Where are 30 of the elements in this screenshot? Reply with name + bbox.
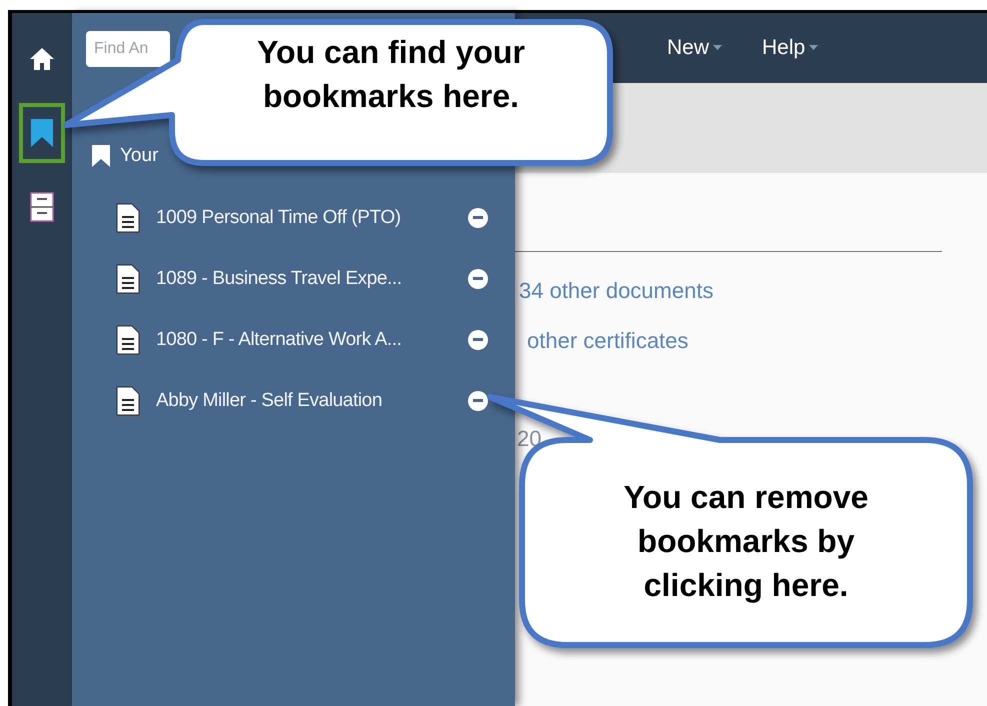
caret-icon: [713, 45, 722, 51]
documents-link[interactable]: 34 other documents: [515, 278, 714, 304]
cabinet-icon: [30, 192, 54, 222]
bookmark-link[interactable]: 1009 Personal Time Off (PTO): [156, 206, 468, 228]
nav-menu[interactable]: Help: [762, 36, 818, 60]
remove-button[interactable]: [468, 330, 488, 350]
bookmark-link[interactable]: Abby Miller - Self Evaluation: [156, 390, 468, 412]
remove-button[interactable]: [468, 208, 488, 228]
panel-heading: Your: [120, 145, 158, 167]
callout-text: You can find your bookmarks here.: [256, 33, 526, 116]
remove-button[interactable]: [468, 390, 488, 410]
document-icon: [116, 324, 140, 354]
document-icon: [116, 202, 140, 232]
minus-icon: [473, 399, 483, 402]
document-icon: [116, 386, 140, 416]
callout-text: You can remove bookmarks by clicking here.: [622, 478, 870, 605]
bookmark-icon: [92, 145, 110, 167]
home-icon: [29, 47, 55, 71]
minus-icon: [473, 277, 483, 280]
bookmark-link[interactable]: 1080 - F - Alternative Work A...: [156, 328, 468, 350]
minus-icon: [473, 216, 483, 219]
search-field[interactable]: Find An: [86, 31, 170, 67]
bookmark-icon: [31, 119, 53, 147]
nav-menu[interactable]: New: [667, 36, 722, 60]
documents-link[interactable]: other certificates: [515, 328, 688, 354]
document-icon: [116, 264, 140, 294]
remove-button[interactable]: [468, 268, 488, 288]
bookmark-link[interactable]: 1089 - Business Travel Expe...: [156, 268, 468, 290]
caret-icon: [809, 45, 818, 51]
minus-icon: [473, 338, 483, 341]
